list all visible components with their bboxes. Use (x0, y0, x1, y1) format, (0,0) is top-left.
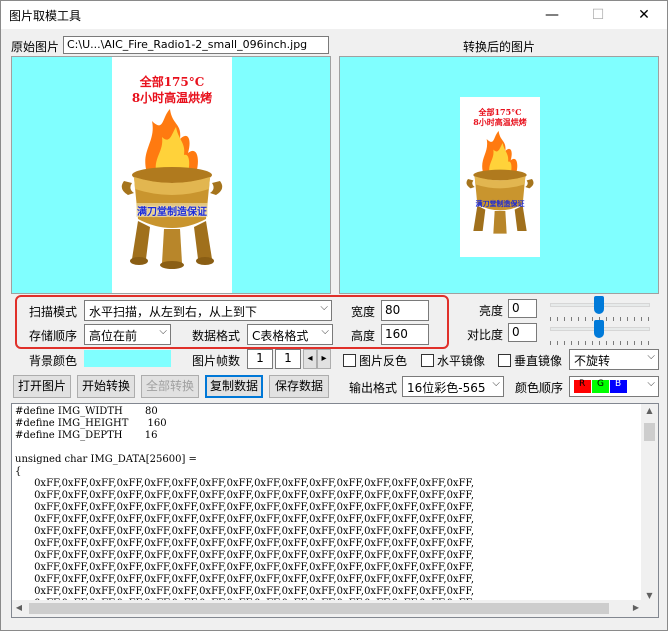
chevron-down-icon: ⌵ (492, 378, 500, 389)
background-color-label: 背景颜色 (29, 354, 78, 368)
invert-checkbox[interactable] (343, 354, 356, 367)
width-label: 宽度 (351, 305, 376, 319)
convert-all-button[interactable]: 全部转换 (141, 375, 199, 398)
scroll-up-icon[interactable]: ▲ (641, 406, 658, 415)
converted-image-label: 转换后的图片 (463, 40, 536, 54)
blue-channel-label: B (615, 379, 622, 389)
window-title: 图片取模工具 (9, 9, 82, 23)
horizontal-scrollbar[interactable]: ◀ ▶ (12, 600, 643, 617)
green-channel-swatch: G (592, 379, 609, 393)
blue-channel-swatch: B (610, 379, 627, 393)
brightness-slider-thumb[interactable] (594, 296, 604, 314)
converted-image: 全部175°C 8小时高温烘烤 满刀堂制造保证 (460, 97, 540, 257)
artwork-stamp: 满刀堂制造保证 (137, 207, 207, 218)
store-order-select[interactable]: 高位在前 ⌵ (84, 324, 171, 345)
code-output-text: #define IMG_WIDTH 80 #define IMG_HEIGHT … (15, 406, 475, 617)
converted-preview: 全部175°C 8小时高温烘烤 满刀堂制造保证 (339, 56, 659, 294)
artwork-line1: 全部175°C (139, 75, 205, 89)
source-path-field[interactable]: C:\U...\AIC_Fire_Radio1-2_small_096inch.… (63, 36, 329, 54)
color-order-label: 颜色顺序 (515, 381, 564, 395)
source-image-label: 原始图片 (11, 40, 60, 54)
chevron-down-icon: ⌵ (159, 326, 167, 337)
app-window: 图片取模工具 — ☐ ✕ 原始图片 C:\U...\AIC_Fire_Radio… (0, 0, 668, 631)
data-format-value: C表格格式 (252, 329, 309, 343)
converted-artwork-line2: 8小时高温烘烤 (473, 117, 527, 127)
start-convert-button[interactable]: 开始转换 (77, 375, 135, 398)
maximize-button[interactable]: ☐ (575, 1, 621, 29)
output-format-select[interactable]: 16位彩色-565 ⌵ (402, 376, 504, 397)
data-format-label: 数据格式 (192, 329, 241, 343)
store-order-value: 高位在前 (89, 329, 138, 343)
fire-cauldron-illustration (121, 109, 223, 269)
invert-label: 图片反色 (359, 354, 408, 368)
green-channel-label: G (597, 379, 604, 389)
copy-data-button[interactable]: 复制数据 (205, 375, 263, 398)
scroll-left-icon[interactable]: ◀ (14, 603, 24, 612)
code-output[interactable]: #define IMG_WIDTH 80 #define IMG_HEIGHT … (11, 403, 659, 618)
red-channel-label: R (579, 379, 586, 389)
data-format-select[interactable]: C表格格式 ⌵ (247, 324, 333, 345)
horizontal-scroll-thumb[interactable] (29, 603, 609, 614)
scan-mode-value: 水平扫描，从左到右，从上到下 (89, 305, 258, 319)
rotation-select[interactable]: 不旋转 ⌵ (569, 349, 659, 370)
brightness-label: 亮度 (479, 304, 504, 318)
output-format-label: 输出格式 (349, 381, 398, 395)
scan-mode-select[interactable]: 水平扫描，从左到右，从上到下 ⌵ (84, 300, 332, 321)
output-format-value: 16位彩色-565 (407, 381, 486, 395)
chevron-down-icon: ⌵ (321, 326, 329, 337)
brightness-input[interactable]: 0 (508, 299, 537, 318)
contrast-slider-thumb[interactable] (594, 320, 604, 338)
chevron-down-icon: ⌵ (647, 351, 655, 362)
red-channel-swatch: R (574, 379, 591, 393)
color-order-select[interactable]: R G B ⌵ (569, 376, 659, 397)
height-input[interactable]: 160 (381, 324, 429, 345)
frame-next-button[interactable]: ▸ (317, 349, 331, 369)
close-button[interactable]: ✕ (621, 1, 667, 29)
frame-prev-button[interactable]: ◂ (303, 349, 317, 369)
rotation-value: 不旋转 (574, 354, 611, 368)
minimize-button[interactable]: — (529, 1, 575, 29)
contrast-slider[interactable] (546, 319, 654, 347)
vertical-scroll-thumb[interactable] (644, 423, 655, 441)
height-label: 高度 (351, 329, 376, 343)
frame-count-label: 图片帧数 (192, 354, 241, 368)
vertical-mirror-checkbox[interactable] (498, 354, 511, 367)
title-bar[interactable]: 图片取模工具 — ☐ ✕ (1, 1, 667, 29)
frame-current-field[interactable]: 1 (247, 349, 273, 369)
scroll-down-icon[interactable]: ▼ (641, 591, 658, 600)
contrast-slider-ticks (550, 341, 651, 345)
frame-total-field[interactable]: 1 (275, 349, 301, 369)
converted-fire-cauldron-illustration (466, 131, 534, 234)
artwork-line2: 8小时高温烘烤 (131, 91, 213, 105)
save-data-button[interactable]: 保存数据 (269, 375, 329, 398)
chevron-down-icon: ⌵ (647, 378, 655, 389)
scrollbar-corner (641, 600, 658, 617)
vertical-mirror-label: 垂直镜像 (514, 354, 563, 368)
open-image-button[interactable]: 打开图片 (13, 375, 71, 398)
scan-mode-label: 扫描模式 (29, 305, 78, 319)
original-image: 全部175°C 8小时高温烘烤 满刀堂制造保证 (112, 57, 232, 293)
horizontal-mirror-checkbox[interactable] (421, 354, 434, 367)
width-input[interactable]: 80 (381, 300, 429, 321)
vertical-scrollbar[interactable]: ▲ ▼ (641, 404, 658, 602)
contrast-input[interactable]: 0 (508, 323, 537, 342)
contrast-label: 对比度 (467, 328, 504, 342)
background-color-swatch[interactable] (84, 350, 171, 367)
scroll-right-icon[interactable]: ▶ (631, 603, 641, 612)
horizontal-mirror-label: 水平镜像 (437, 354, 486, 368)
converted-artwork-stamp: 满刀堂制造保证 (475, 199, 525, 208)
chevron-down-icon: ⌵ (320, 302, 328, 313)
original-preview: 全部175°C 8小时高温烘烤 满刀堂制造保证 (11, 56, 331, 294)
store-order-label: 存储顺序 (29, 329, 78, 343)
